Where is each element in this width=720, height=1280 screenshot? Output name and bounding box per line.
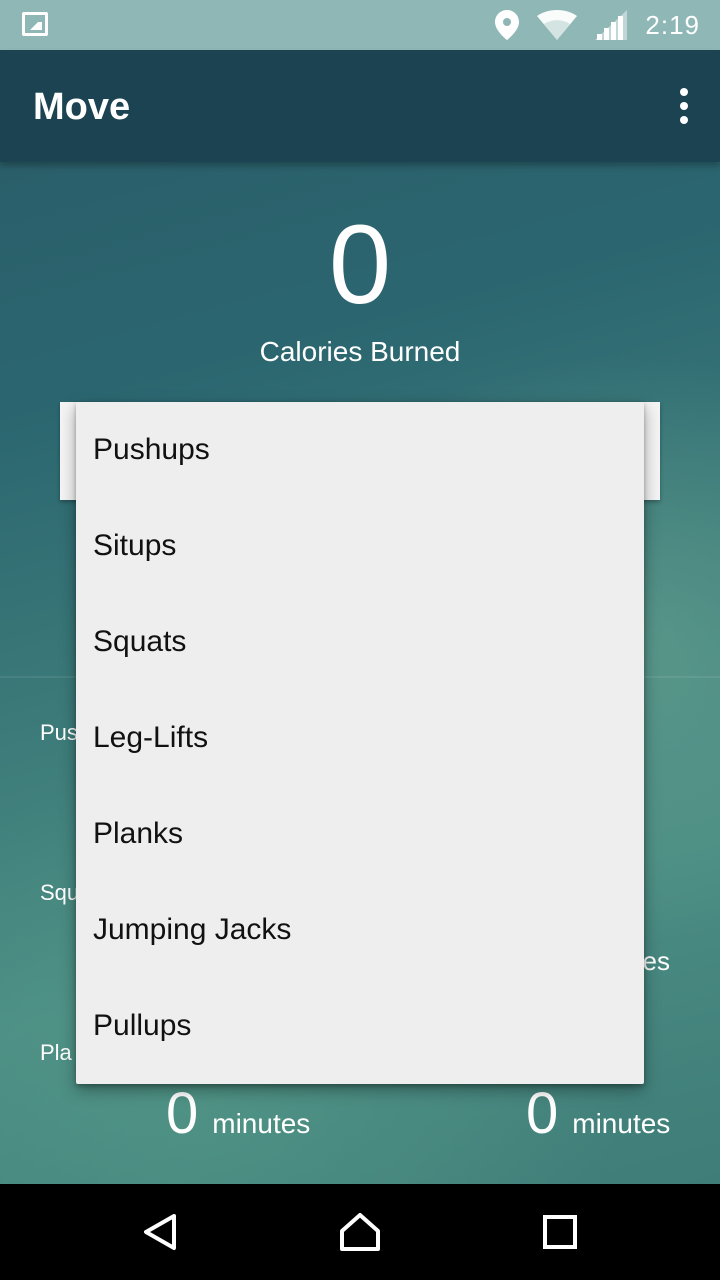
stat-label-squats: Squ <box>40 880 80 905</box>
app-bar: Move <box>0 50 720 162</box>
dropdown-item-pushups[interactable]: Pushups <box>76 402 644 498</box>
location-icon <box>495 10 520 40</box>
more-vert-icon[interactable] <box>676 88 692 124</box>
back-icon <box>144 1214 176 1250</box>
dropdown-item-situps[interactable]: Situps <box>76 498 644 594</box>
stat-label-pushups: Pus <box>40 720 78 745</box>
calories-label: Calories Burned <box>259 336 461 367</box>
right-minutes-stat: 0 minutes <box>526 1080 670 1147</box>
stat-label-planks: Pla <box>40 1040 72 1065</box>
status-icons: 2:19 <box>495 8 700 42</box>
minutes-value: 0 <box>526 1081 559 1146</box>
navigation-bar <box>0 1184 720 1280</box>
recents-icon <box>543 1215 577 1249</box>
home-icon <box>340 1213 380 1251</box>
wifi-icon <box>537 10 578 40</box>
minutes-unit: minutes <box>212 1108 311 1139</box>
app-title: Move <box>33 86 131 128</box>
cell-signal-icon <box>595 10 628 40</box>
stat-unit-suffix: es <box>642 946 670 976</box>
dropdown-item-pullups[interactable]: Pullups <box>76 978 644 1074</box>
status-time: 2:19 <box>645 9 700 40</box>
dot <box>680 116 688 124</box>
dot <box>680 88 688 96</box>
back-button[interactable] <box>126 1198 194 1266</box>
recents-button[interactable] <box>526 1198 594 1266</box>
exercise-dropdown: Pushups Situps Squats Leg-Lifts Planks J… <box>76 402 644 1084</box>
dropdown-item-squats[interactable]: Squats <box>76 594 644 690</box>
calories-value: 0 <box>328 202 392 327</box>
dropdown-item-leg-lifts[interactable]: Leg-Lifts <box>76 690 644 786</box>
minutes-unit: minutes <box>572 1108 671 1139</box>
dropdown-item-planks[interactable]: Planks <box>76 786 644 882</box>
dropdown-item-jumping-jacks[interactable]: Jumping Jacks <box>76 882 644 978</box>
status-bar: 2:19 <box>0 0 720 50</box>
dot <box>680 102 688 110</box>
home-button[interactable] <box>326 1198 394 1266</box>
left-minutes-stat: 0 minutes <box>166 1080 310 1147</box>
image-icon <box>22 12 48 36</box>
minutes-value: 0 <box>166 1081 199 1146</box>
